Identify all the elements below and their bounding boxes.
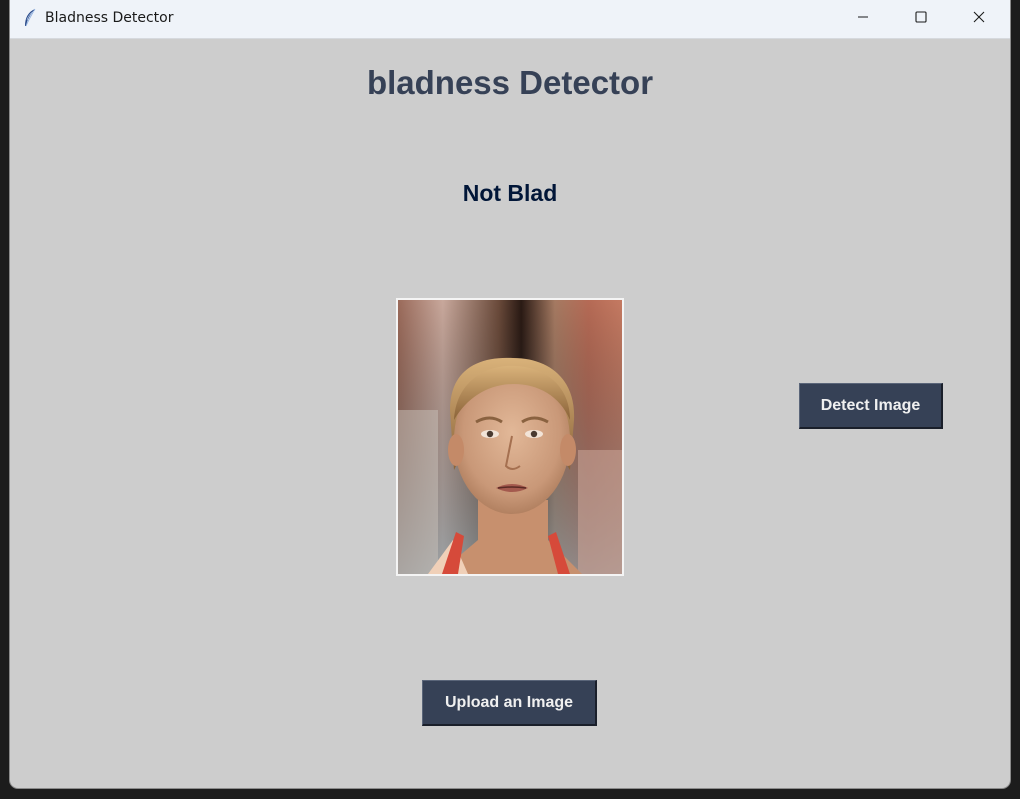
- uploaded-image-preview: [396, 298, 624, 576]
- page-title: bladness Detector: [366, 64, 654, 101]
- maximize-icon: [915, 10, 927, 28]
- result-label: Not Blad: [462, 180, 558, 206]
- close-icon: [973, 10, 985, 28]
- close-button[interactable]: [950, 0, 1008, 38]
- upload-image-button[interactable]: Upload an Image: [422, 680, 597, 726]
- window-title: Bladness Detector: [45, 10, 174, 26]
- minimize-button[interactable]: [834, 0, 892, 38]
- app-window: Bladness Detector bladness Detector Not …: [10, 0, 1010, 788]
- detect-image-button[interactable]: Detect Image: [799, 383, 943, 429]
- portrait-photo: [398, 300, 622, 574]
- title-bar[interactable]: Bladness Detector: [10, 0, 1010, 39]
- feather-icon: [22, 8, 38, 28]
- minimize-icon: [857, 10, 869, 28]
- maximize-button[interactable]: [892, 0, 950, 38]
